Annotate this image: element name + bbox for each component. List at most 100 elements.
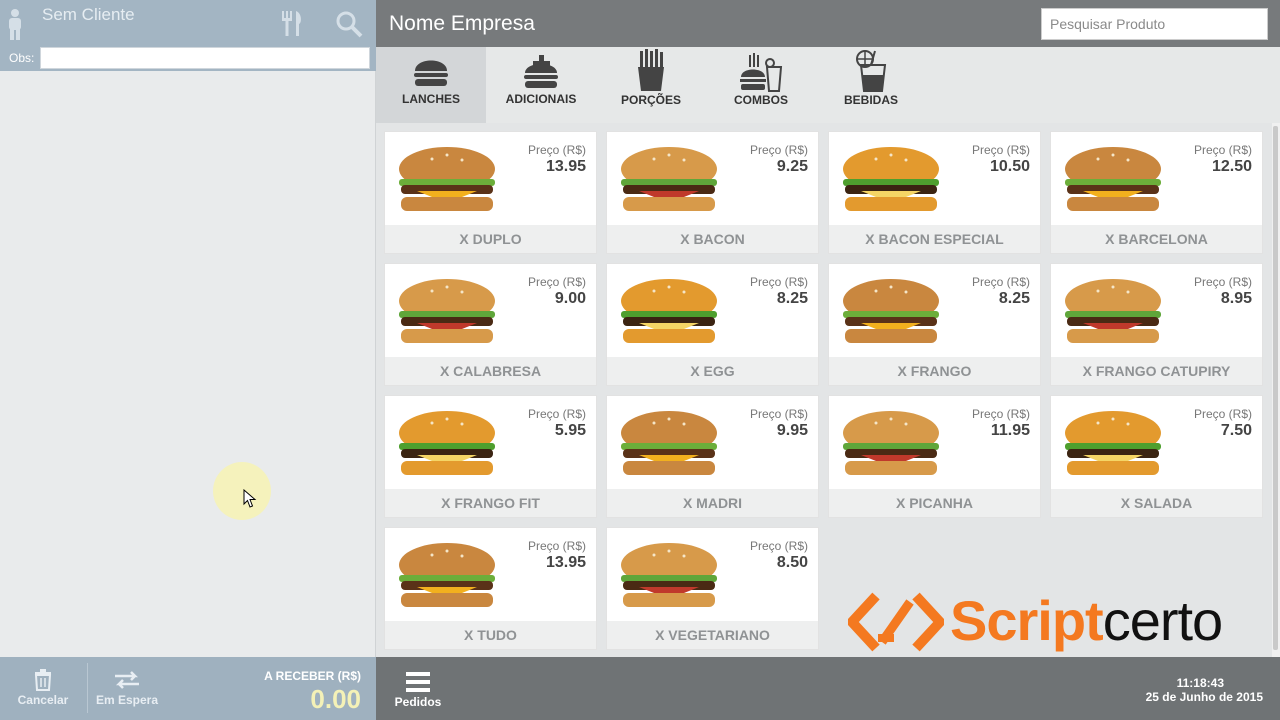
product-card[interactable]: Preço (R$) 12.50 X BARCELONA — [1050, 131, 1263, 254]
tab-label: COMBOS — [734, 93, 788, 107]
tab-label: PORÇÕES — [620, 93, 681, 107]
fries-icon — [638, 49, 664, 91]
product-card[interactable]: Preço (R$) 9.25 X BACON — [606, 131, 819, 254]
obs-input[interactable] — [40, 47, 370, 69]
tab-label: LANCHES — [401, 92, 460, 106]
price-value: 13.95 — [545, 158, 586, 175]
price-value: 12.50 — [1211, 158, 1252, 175]
price-label: Preço (R$) — [749, 407, 808, 421]
product-name: X FRANGO FIT — [385, 489, 596, 517]
price-label: Preço (R$) — [527, 407, 586, 421]
product-name: X TUDO — [385, 621, 596, 649]
burger-photo — [399, 147, 495, 211]
client-bar[interactable]: Sem Cliente — [0, 0, 376, 47]
price-value: 13.95 — [545, 554, 586, 571]
product-name: X BARCELONA — [1051, 225, 1262, 253]
price-value: 8.25 — [776, 290, 808, 307]
logo-text-orange: Script — [950, 589, 1104, 652]
cancel-label: Cancelar — [17, 693, 69, 707]
product-card[interactable]: Preço (R$) 13.95 X DUPLO — [384, 131, 597, 254]
product-card[interactable]: Preço (R$) 5.95 X FRANGO FIT — [384, 395, 597, 518]
tab-adicionais[interactable]: ADICIONAIS — [486, 47, 596, 123]
product-card[interactable]: Preço (R$) 8.50 X VEGETARIANO — [606, 527, 819, 650]
price-label: Preço (R$) — [527, 539, 586, 553]
price-label: Preço (R$) — [971, 275, 1030, 289]
price-value: 10.50 — [989, 158, 1030, 175]
price-value: 9.95 — [776, 422, 808, 439]
order-footer: Cancelar Em Espera A RECEBER (R$) 0.00 — [0, 657, 376, 720]
obs-label: Obs: — [9, 51, 35, 65]
product-card[interactable]: Preço (R$) 11.95 X PICANHA — [828, 395, 1041, 518]
price-label: Preço (R$) — [527, 275, 586, 289]
trash-icon — [34, 669, 52, 691]
tab-label: ADICIONAIS — [505, 92, 577, 106]
logo-text-black: certo — [1102, 589, 1223, 652]
tab-bebidas[interactable]: BEBIDAS — [816, 47, 926, 123]
product-card[interactable]: Preço (R$) 8.25 X EGG — [606, 263, 819, 386]
code-bracket-logo-icon — [848, 592, 944, 652]
tab-combos[interactable]: COMBOS — [706, 47, 816, 123]
price-value: 11.95 — [990, 422, 1030, 439]
bottom-bar: Pedidos 11:18:43 25 de Junho de 2015 — [376, 657, 1280, 720]
product-card[interactable]: Preço (R$) 9.95 X MADRI — [606, 395, 819, 518]
product-search-input[interactable] — [1041, 8, 1268, 40]
product-card[interactable]: Preço (R$) 7.50 X SALADA — [1050, 395, 1263, 518]
menu-icon — [406, 672, 430, 692]
person-icon — [9, 9, 21, 40]
product-name: X CALABRESA — [385, 357, 596, 385]
cancel-button[interactable]: Cancelar — [0, 657, 86, 720]
orders-button[interactable]: Pedidos — [376, 657, 460, 720]
price-label: Preço (R$) — [971, 143, 1030, 157]
price-value: 5.95 — [554, 422, 586, 439]
tab-porcoes[interactable]: PORÇÕES — [596, 47, 706, 123]
burger-photo — [1065, 279, 1161, 343]
scrollbar-thumb[interactable] — [1273, 126, 1278, 650]
price-label: Preço (R$) — [749, 275, 808, 289]
cursor-highlight — [213, 462, 271, 520]
burger-photo — [399, 543, 495, 607]
product-grid: Preço (R$) 13.95 X DUPLO Preço (R$) 9.25 X BA… — [376, 123, 1280, 657]
orders-label: Pedidos — [394, 695, 442, 709]
combo-icon — [740, 53, 783, 92]
price-label: Preço (R$) — [749, 143, 808, 157]
clock-time: 11:18:43 — [1176, 676, 1224, 690]
product-name: X PICANHA — [829, 489, 1040, 517]
company-name: Nome Empresa — [389, 12, 535, 35]
product-name: X FRANGO CATUPIRY — [1051, 357, 1262, 385]
product-name: X BACON — [607, 225, 818, 253]
search-icon[interactable] — [334, 9, 364, 39]
burger-photo — [843, 147, 939, 211]
hold-button[interactable]: Em Espera — [88, 657, 166, 720]
product-name: X VEGETARIANO — [607, 621, 818, 649]
top-header: Nome Empresa — [376, 0, 1280, 47]
price-value: 7.50 — [1220, 422, 1252, 439]
price-label: Preço (R$) — [1193, 143, 1252, 157]
drink-icon — [856, 50, 887, 92]
burger-photo — [1065, 411, 1161, 475]
price-value: 8.95 — [1220, 290, 1252, 307]
tab-lanches[interactable]: LANCHES — [376, 47, 486, 123]
product-card[interactable]: Preço (R$) 8.95 X FRANGO CATUPIRY — [1050, 263, 1263, 386]
product-card[interactable]: Preço (R$) 10.50 X BACON ESPECIAL — [828, 131, 1041, 254]
burger-photo — [621, 543, 717, 607]
product-name: X SALADA — [1051, 489, 1262, 517]
logo-text: Scriptcerto — [950, 588, 1223, 653]
burger-icon — [414, 60, 448, 86]
price-value: 8.25 — [998, 290, 1030, 307]
receive-total: 0.00 — [310, 684, 361, 714]
obs-row: Obs: — [0, 47, 376, 71]
brand-logo: Scriptcerto — [848, 588, 1248, 658]
category-tabs: LANCHES ADICIONAIS PORÇÕES COMBOS BEBIDA… — [376, 47, 1280, 123]
burger-photo — [399, 279, 495, 343]
product-card[interactable]: Preço (R$) 8.25 X FRANGO — [828, 263, 1041, 386]
burger-photo — [621, 147, 717, 211]
burger-plus-icon — [524, 55, 558, 88]
clock-date: 25 de Junho de 2015 — [1145, 690, 1263, 704]
client-name[interactable]: Sem Cliente — [42, 5, 135, 25]
cutlery-icon[interactable] — [280, 9, 304, 37]
product-card[interactable]: Preço (R$) 13.95 X TUDO — [384, 527, 597, 650]
product-card[interactable]: Preço (R$) 9.00 X CALABRESA — [384, 263, 597, 386]
product-name: X FRANGO — [829, 357, 1040, 385]
price-value: 9.25 — [776, 158, 808, 175]
product-name: X MADRI — [607, 489, 818, 517]
